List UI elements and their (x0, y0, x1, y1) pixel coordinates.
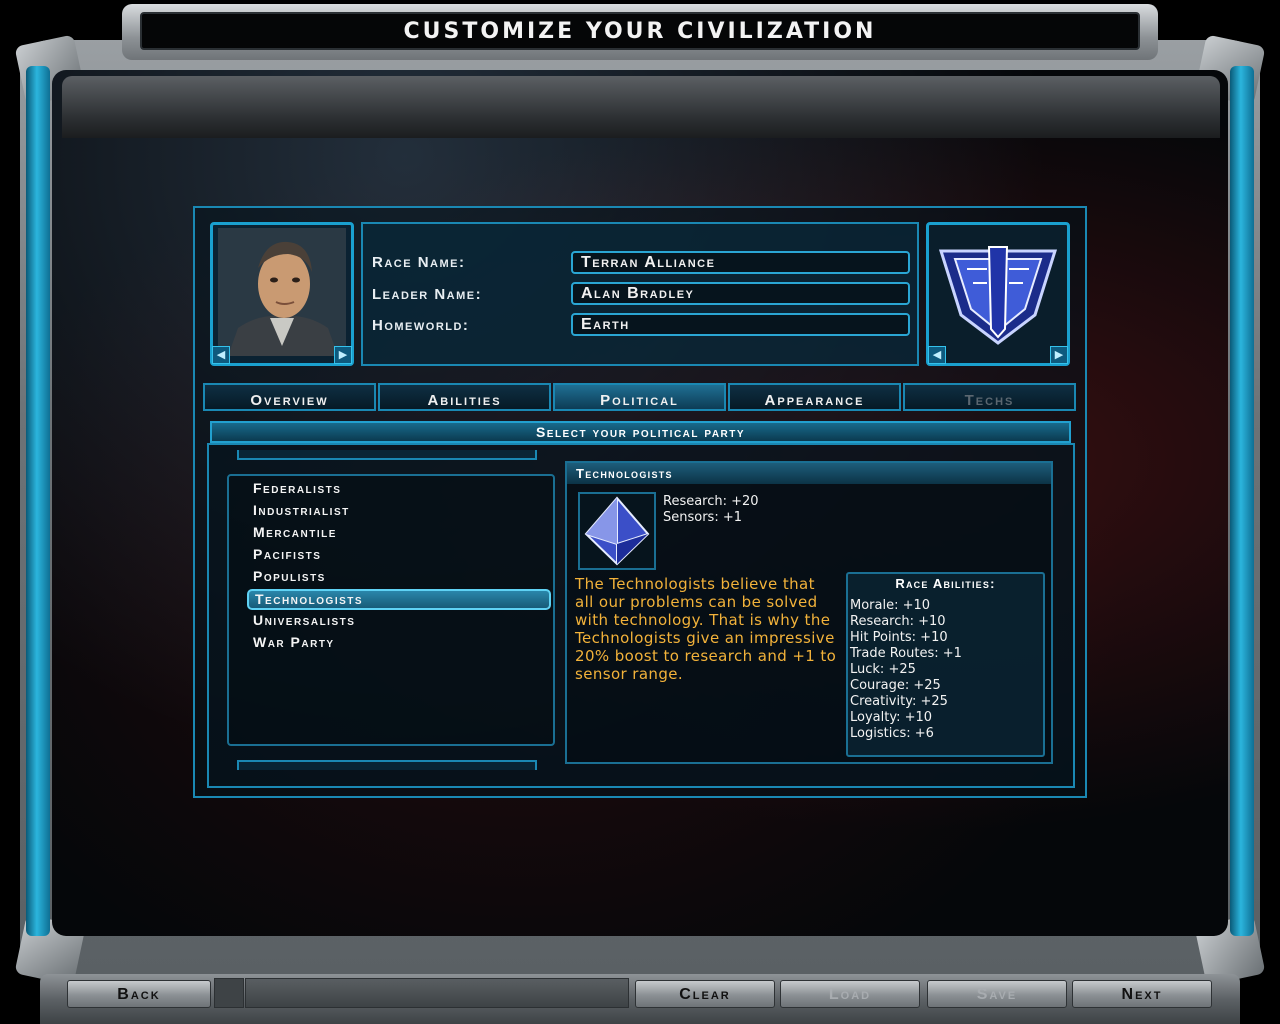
party-item-pacifists[interactable]: Pacifists (247, 544, 551, 565)
race-abilities-title: Race Abilities: (895, 576, 996, 591)
clear-button[interactable]: Clear (635, 980, 775, 1008)
party-item-mercantile[interactable]: Mercantile (247, 522, 551, 543)
ability-loyalty: Loyalty: +10 (850, 710, 933, 725)
emblem-frame (926, 222, 1070, 366)
triangle-right-icon: ▶ (1054, 349, 1064, 361)
title-bar: CUSTOMIZE YOUR CIVILIZATION (140, 12, 1140, 50)
leader-name-label: Leader Name: (372, 286, 483, 303)
technologists-octahedron-icon (584, 496, 650, 566)
ability-courage: Courage: +25 (850, 678, 941, 693)
next-emblem-button[interactable]: ▶ (1050, 346, 1068, 364)
triangle-left-icon: ◀ (932, 349, 942, 361)
next-button[interactable]: Next (1072, 980, 1212, 1008)
ability-creativity: Creativity: +25 (850, 694, 948, 709)
ability-morale: Morale: +10 (850, 598, 931, 613)
leader-portrait (218, 228, 346, 356)
triangle-right-icon: ▶ (338, 349, 348, 361)
homeworld-label: Homeworld: (372, 317, 470, 334)
tab-political[interactable]: Political (553, 383, 726, 411)
prev-portrait-button[interactable]: ◀ (212, 346, 230, 364)
party-item-war-party[interactable]: War Party (247, 632, 551, 653)
status-slot (245, 978, 629, 1008)
save-button[interactable]: Save (927, 980, 1067, 1008)
leader-name-field[interactable]: Alan Bradley (571, 282, 910, 305)
tab-overview[interactable]: Overview (203, 383, 376, 411)
party-description: The Technologists believe that all our p… (575, 575, 837, 683)
race-name-label: Race Name: (372, 254, 466, 271)
prev-emblem-button[interactable]: ◀ (928, 346, 946, 364)
left-rail (26, 66, 50, 936)
right-rail (1230, 66, 1254, 936)
bonus-sensors: Sensors: +1 (663, 510, 743, 525)
triangle-left-icon: ◀ (216, 349, 226, 361)
party-detail-title: Technologists (567, 463, 1051, 484)
page-title: CUSTOMIZE YOUR CIVILIZATION (403, 19, 877, 44)
homeworld-field[interactable]: Earth (571, 313, 910, 336)
ability-trade-routes: Trade Routes: +1 (850, 646, 962, 661)
screen-header (62, 76, 1220, 138)
party-item-technologists[interactable]: Technologists (247, 589, 551, 610)
next-portrait-button[interactable]: ▶ (334, 346, 352, 364)
party-item-industrialist[interactable]: Industrialist (247, 500, 551, 521)
ability-research: Research: +10 (850, 614, 946, 629)
terran-alliance-emblem-icon (938, 246, 1058, 345)
ability-hit-points: Hit Points: +10 (850, 630, 948, 645)
tab-techs[interactable]: Techs (903, 383, 1076, 411)
party-icon-frame (578, 492, 656, 570)
race-name-field[interactable]: Terran Alliance (571, 251, 910, 274)
section-header: Select your political party (210, 421, 1071, 443)
bonus-research: Research: +20 (663, 494, 759, 509)
party-item-populists[interactable]: Populists (247, 566, 551, 587)
load-button[interactable]: Load (780, 980, 920, 1008)
tab-appearance[interactable]: Appearance (728, 383, 901, 411)
ability-logistics: Logistics: +6 (850, 726, 934, 741)
ability-luck: Luck: +25 (850, 662, 916, 677)
back-button[interactable]: Back (67, 980, 211, 1008)
tab-abilities[interactable]: Abilities (378, 383, 551, 411)
party-item-universalists[interactable]: Universalists (247, 610, 551, 631)
party-item-federalists[interactable]: Federalists (247, 478, 551, 499)
